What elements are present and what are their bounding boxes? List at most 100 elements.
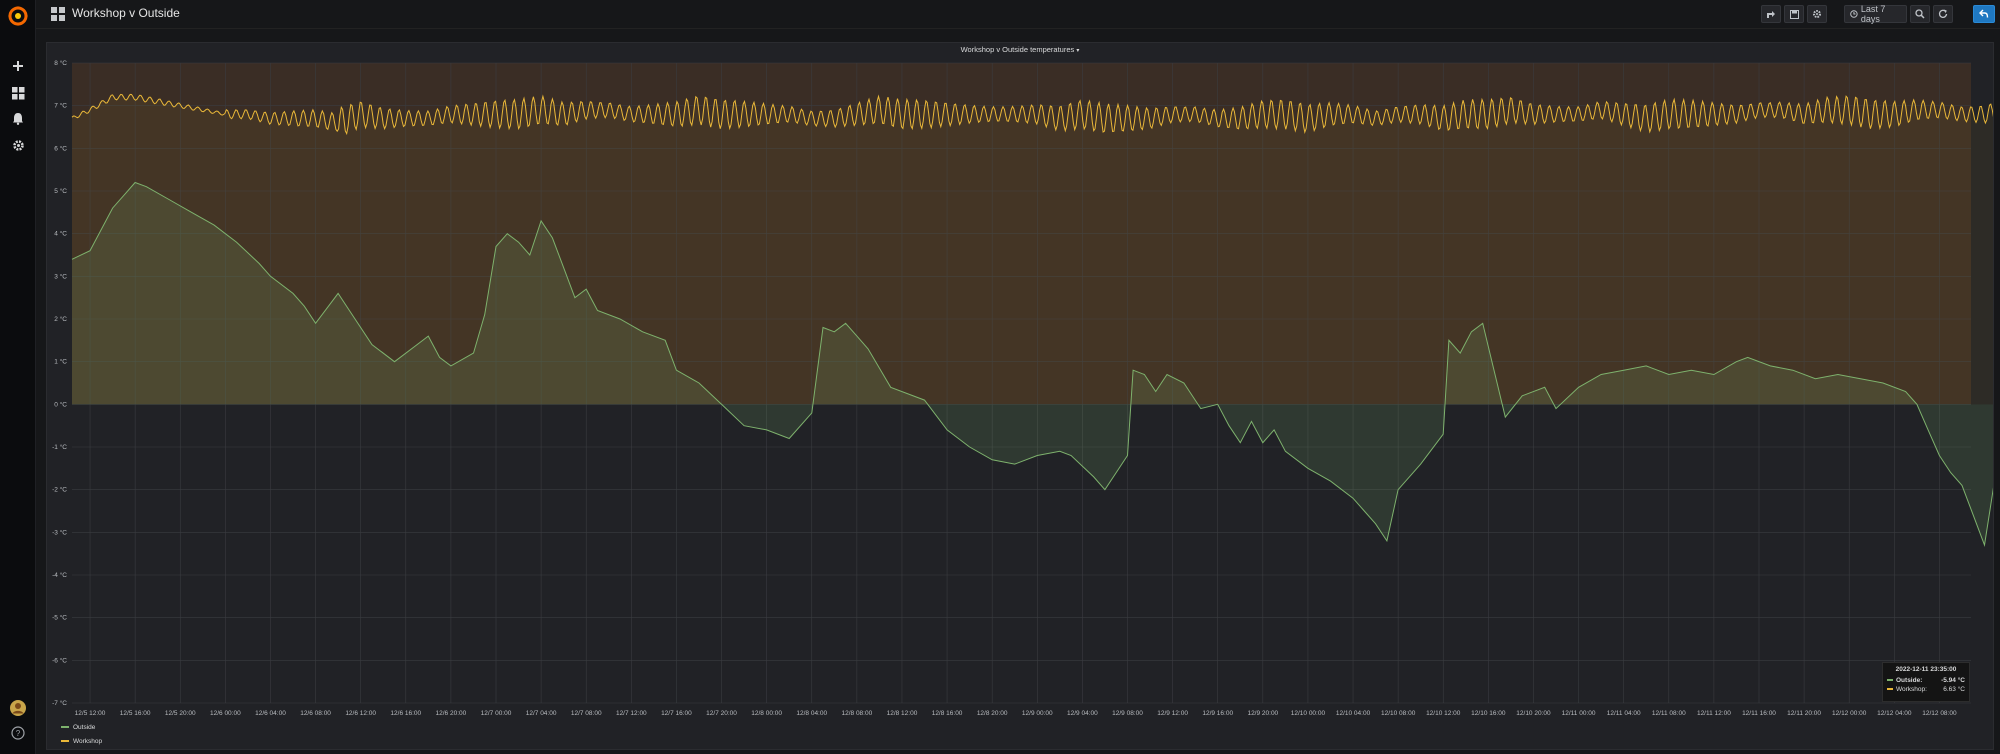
refresh-button[interactable] <box>1933 5 1953 23</box>
x-tick-label: 12/5 12:00 <box>75 710 106 717</box>
x-tick-label: 12/7 20:00 <box>706 710 737 717</box>
y-tick-label: -6 °C <box>52 656 67 664</box>
plus-icon[interactable] <box>7 55 29 77</box>
y-tick-label: 3 °C <box>54 272 67 280</box>
x-tick-label: 12/9 12:00 <box>1157 710 1188 717</box>
tooltip-row-workshop: Workshop: 6.63 °C <box>1887 686 1965 693</box>
x-tick-label: 12/5 16:00 <box>120 710 151 717</box>
x-tick-label: 12/11 12:00 <box>1697 710 1731 717</box>
svg-text:?: ? <box>16 729 21 738</box>
x-tick-label: 12/8 12:00 <box>887 710 918 717</box>
x-tick-label: 12/12 00:00 <box>1832 710 1867 717</box>
y-tick-label: -7 °C <box>52 699 67 707</box>
legend-item-workshop[interactable]: Workshop <box>61 738 102 745</box>
x-tick-label: 12/7 12:00 <box>616 710 647 717</box>
x-tick-label: 12/12 08:00 <box>1922 710 1957 717</box>
x-tick-label: 12/11 04:00 <box>1607 710 1641 717</box>
zoom-out-button[interactable] <box>1910 5 1930 23</box>
x-tick-label: 12/6 00:00 <box>210 710 241 717</box>
x-tick-label: 12/11 08:00 <box>1652 710 1686 717</box>
y-tick-label: 2 °C <box>54 315 67 323</box>
x-tick-label: 12/6 08:00 <box>300 710 331 717</box>
x-tick-label: 12/11 20:00 <box>1787 710 1821 717</box>
y-tick-label: -5 °C <box>52 614 67 622</box>
tooltip-outside-value: -5.94 °C <box>1941 677 1965 684</box>
y-tick-label: -2 °C <box>52 486 67 494</box>
dashboard-grid-icon <box>51 7 65 21</box>
x-tick-label: 12/9 08:00 <box>1112 710 1143 717</box>
x-tick-label: 12/8 04:00 <box>796 710 827 717</box>
y-tick-label: 0 °C <box>54 400 67 408</box>
dashboard-title[interactable]: Workshop v Outside <box>72 6 180 20</box>
tooltip-workshop-value: 6.63 °C <box>1943 686 1965 693</box>
bell-icon[interactable] <box>7 107 29 129</box>
x-tick-label: 12/6 16:00 <box>390 710 421 717</box>
x-tick-label: 12/5 20:00 <box>165 710 196 717</box>
x-tick-label: 12/10 04:00 <box>1336 710 1371 717</box>
x-tick-label: 12/8 20:00 <box>977 710 1008 717</box>
dashboard-settings-button[interactable] <box>1807 5 1827 23</box>
graph-panel: Workshop v Outside temperatures ▾ 8 °C 7 … <box>46 42 1994 750</box>
x-tick-label: 12/9 16:00 <box>1202 710 1233 717</box>
hover-tooltip: 2022-12-11 23:35:00 Outside: -5.94 °C Wo… <box>1882 662 1970 702</box>
x-tick-label: 12/7 16:00 <box>661 710 692 717</box>
tooltip-workshop-label: Workshop: <box>1896 686 1927 693</box>
x-tick-label: 12/9 20:00 <box>1247 710 1278 717</box>
user-avatar[interactable] <box>7 697 29 719</box>
y-tick-label: -3 °C <box>52 528 67 536</box>
tooltip-time: 2022-12-11 23:35:00 <box>1895 666 1957 673</box>
x-tick-label: 12/6 12:00 <box>345 710 376 717</box>
x-tick-label: 12/7 00:00 <box>481 710 512 717</box>
legend-label-outside: Outside <box>73 724 96 731</box>
y-tick-label: -4 °C <box>52 571 67 579</box>
x-tick-label: 12/6 04:00 <box>255 710 286 717</box>
tooltip-outside-label: Outside: <box>1896 677 1923 684</box>
back-to-dashboard-button[interactable] <box>1973 5 1995 23</box>
zoom-out-icon <box>1915 9 1925 19</box>
y-tick-label: 6 °C <box>54 144 67 152</box>
x-tick-label: 12/10 16:00 <box>1471 710 1506 717</box>
y-tick-label: 4 °C <box>54 230 67 238</box>
x-tick-label: 12/9 04:00 <box>1067 710 1098 717</box>
y-tick-label: 7 °C <box>54 102 67 110</box>
x-tick-label: 12/7 04:00 <box>526 710 557 717</box>
grafana-logo-icon[interactable] <box>6 4 30 28</box>
y-tick-label: 5 °C <box>54 187 67 195</box>
back-icon <box>1979 9 1989 18</box>
dashboards-icon[interactable] <box>7 82 29 104</box>
clock-icon <box>1850 10 1858 18</box>
legend-item-outside[interactable]: Outside <box>61 724 95 731</box>
x-tick-label: 12/11 16:00 <box>1742 710 1776 717</box>
legend-label-workshop: Workshop <box>73 738 103 745</box>
settings-icon <box>1813 10 1821 18</box>
gear-icon[interactable] <box>7 134 29 156</box>
x-tick-label: 12/10 08:00 <box>1381 710 1416 717</box>
x-tick-label: 12/9 00:00 <box>1022 710 1053 717</box>
help-icon[interactable]: ? <box>7 722 29 744</box>
x-tick-label: 12/6 20:00 <box>436 710 467 717</box>
chart-area[interactable]: 8 °C 7 °C 6 °C 5 °C 4 °C 3 °C 2 °C 1 °C 0 °C -1 °… <box>47 43 1993 749</box>
tooltip-row-outside: Outside: -5.94 °C <box>1887 677 1965 684</box>
share-button[interactable] <box>1761 5 1781 23</box>
x-tick-label: 12/11 00:00 <box>1562 710 1596 717</box>
x-tick-label: 12/12 04:00 <box>1877 710 1912 717</box>
x-tick-label: 12/10 20:00 <box>1516 710 1551 717</box>
top-bar: Workshop v Outside Last 7 days <box>36 0 2000 29</box>
sidebar: ? <box>0 0 36 754</box>
time-range-picker[interactable]: Last 7 days <box>1844 4 1907 24</box>
x-tick-label: 12/10 00:00 <box>1291 710 1326 717</box>
x-tick-label: 12/8 00:00 <box>751 710 782 717</box>
time-range-label: Last 7 days <box>1860 4 1886 24</box>
legend-swatch-outside <box>61 726 69 729</box>
x-tick-label: 12/7 08:00 <box>571 710 602 717</box>
x-tick-label: 12/8 16:00 <box>932 710 963 717</box>
y-tick-label: 1 °C <box>54 358 67 366</box>
save-icon <box>1789 9 1799 19</box>
x-tick-label: 12/8 08:00 <box>841 710 872 717</box>
refresh-icon <box>1938 9 1948 18</box>
save-button[interactable] <box>1784 5 1804 23</box>
x-tick-label: 12/10 12:00 <box>1426 710 1461 717</box>
legend-swatch-workshop <box>61 740 69 743</box>
y-tick-label: -1 °C <box>52 443 67 451</box>
share-icon <box>1767 10 1775 18</box>
